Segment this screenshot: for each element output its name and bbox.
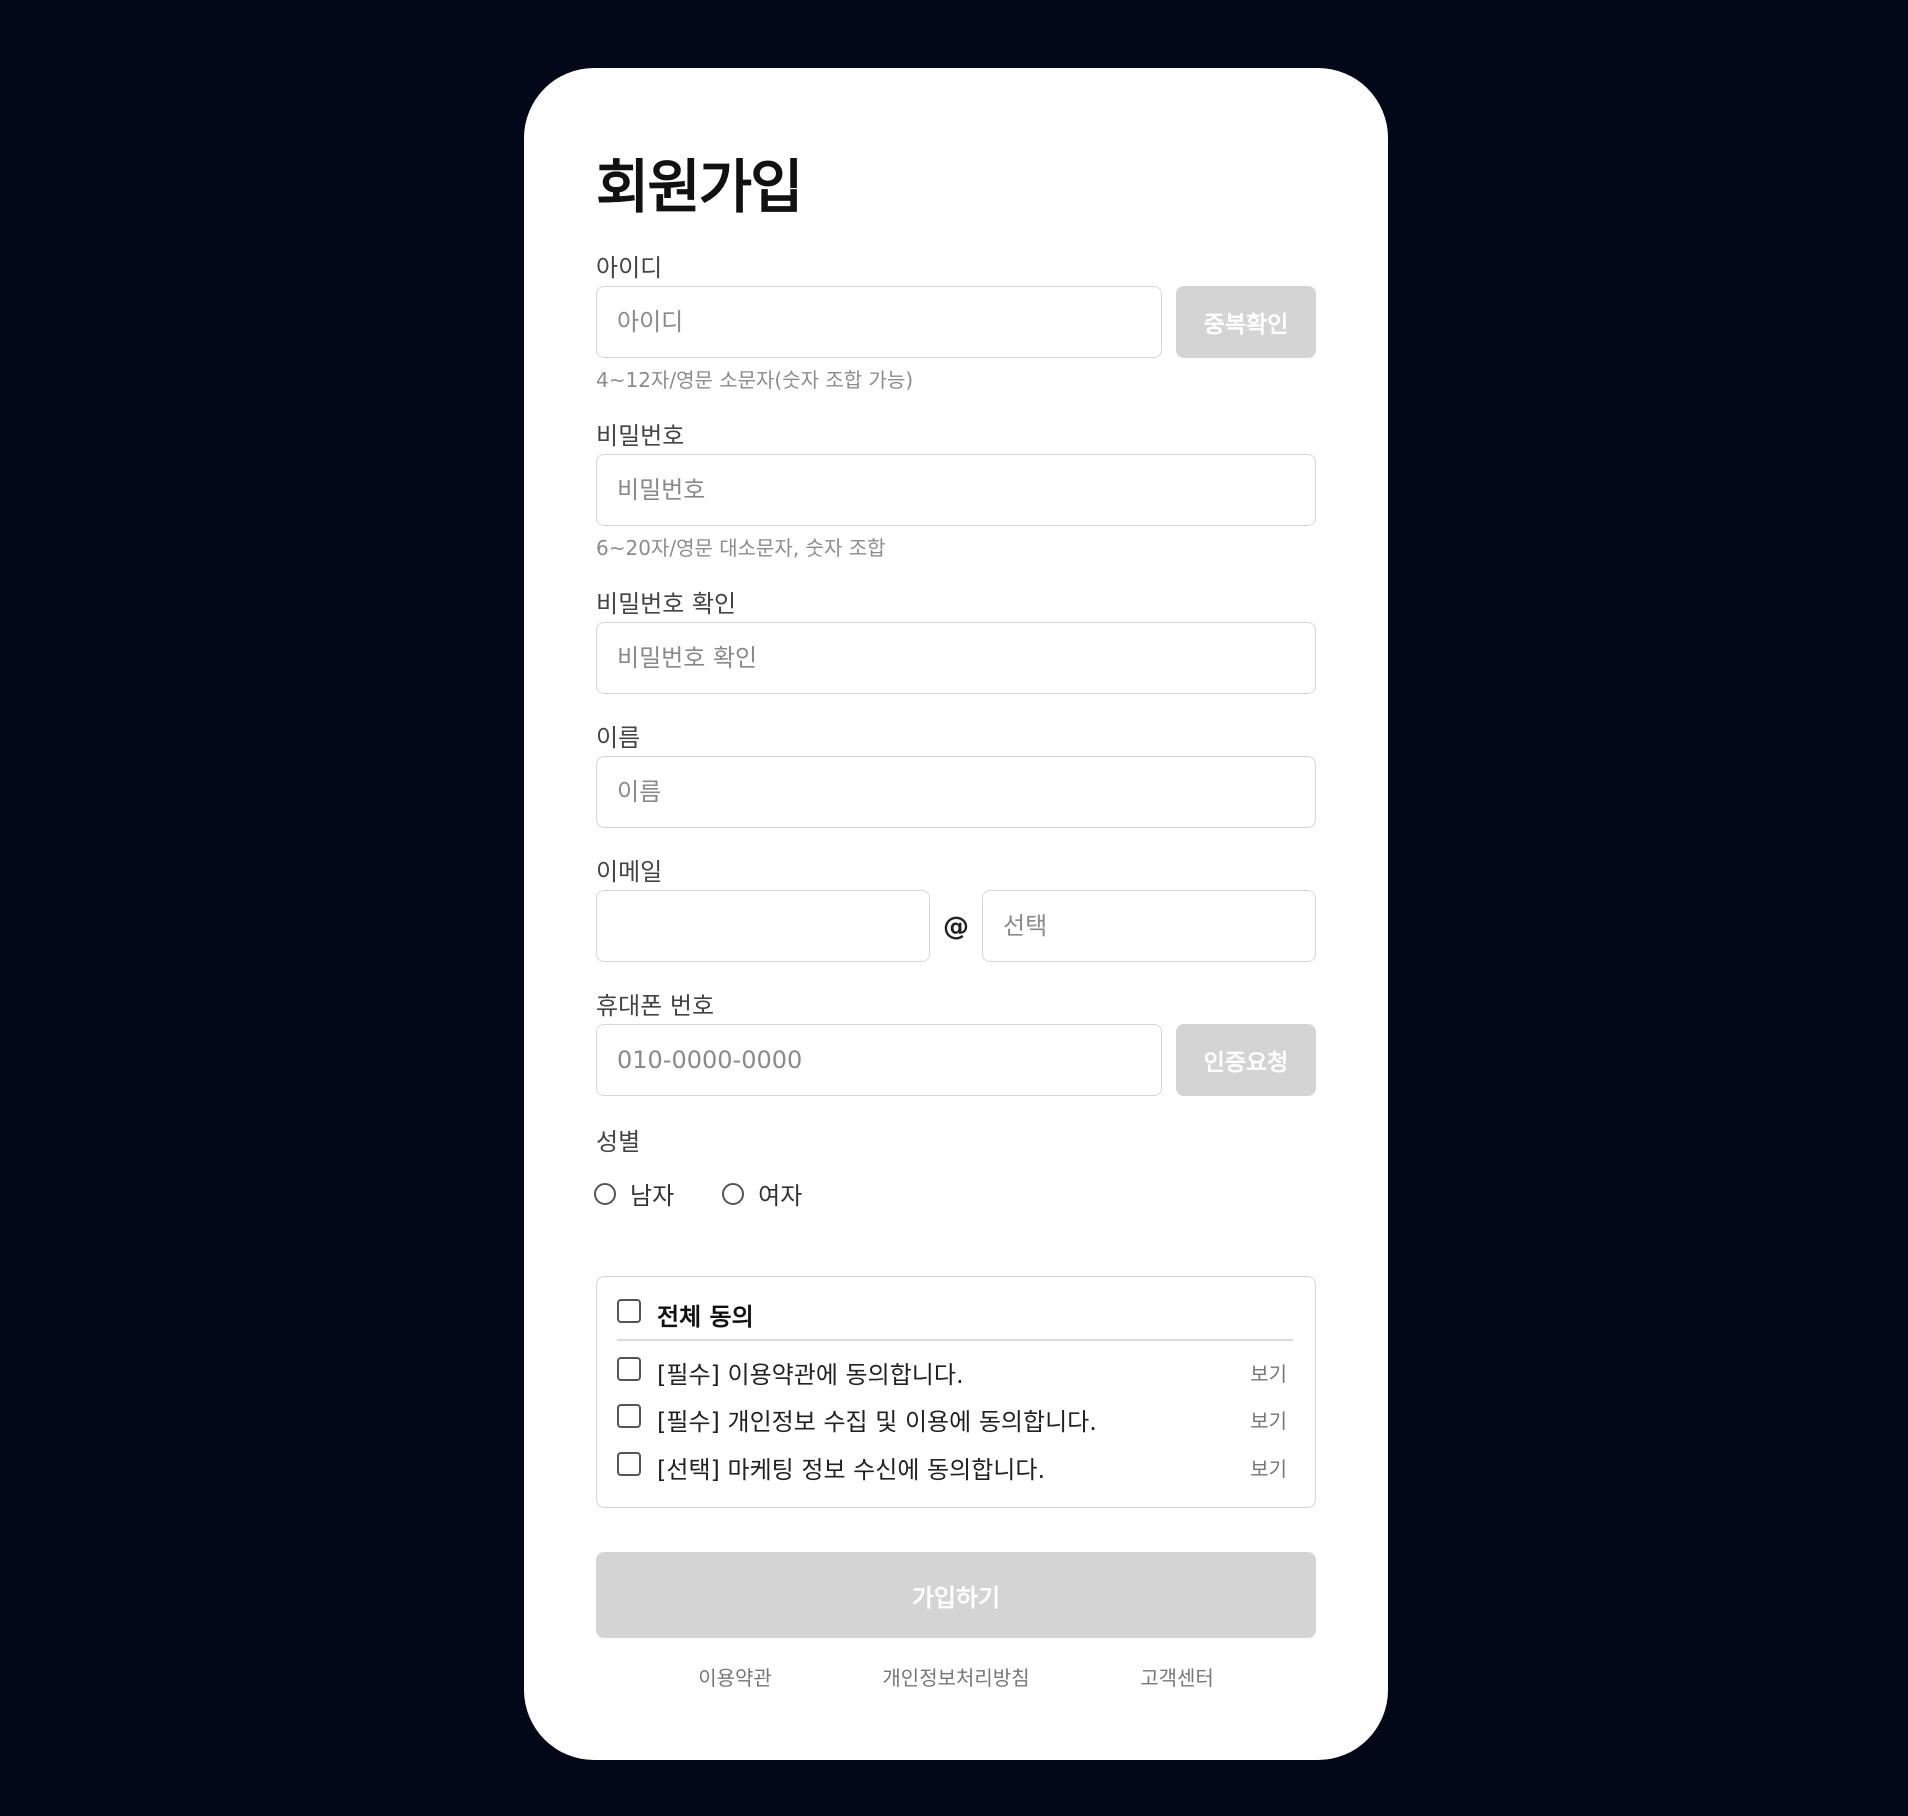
email-label: 이메일 bbox=[596, 858, 663, 886]
password-confirm-input[interactable] bbox=[596, 622, 1316, 694]
password-hint: 6~20자/영문 대소문자, 숫자 조합 bbox=[596, 536, 886, 560]
password-confirm-label: 비밀번호 확인 bbox=[596, 590, 737, 618]
agree-all-checkbox[interactable] bbox=[617, 1299, 641, 1323]
footer-link-privacy-policy[interactable]: 개인정보처리방침 bbox=[882, 1662, 1029, 1691]
agree-all-label: 전체 동의 bbox=[657, 1303, 754, 1331]
name-label: 이름 bbox=[596, 724, 641, 752]
phone-verify-button[interactable]: 인증요청 bbox=[1176, 1024, 1316, 1096]
password-label: 비밀번호 bbox=[596, 422, 685, 450]
radio-circle-icon bbox=[722, 1182, 745, 1205]
agree-privacy-checkbox[interactable] bbox=[617, 1404, 641, 1428]
agree-marketing-checkbox[interactable] bbox=[617, 1452, 641, 1476]
agreements-box: 전체 동의 [필수] 이용약관에 동의합니다. 보기 [필수] 개인정보 수집 … bbox=[596, 1276, 1316, 1508]
phone-input[interactable] bbox=[596, 1024, 1162, 1096]
email-domain-select[interactable] bbox=[982, 890, 1316, 962]
radio-circle-icon bbox=[594, 1182, 616, 1205]
phone-label: 휴대폰 번호 bbox=[596, 992, 715, 1020]
signup-card: 회원가입 아이디 중복확인 4~12자/영문 소문자(숫자 조합 가능) 비밀번… bbox=[524, 68, 1388, 1760]
id-label: 아이디 bbox=[596, 254, 663, 282]
id-input[interactable] bbox=[596, 286, 1162, 358]
email-at-symbol: @ bbox=[943, 912, 969, 942]
id-duplicate-check-button[interactable]: 중복확인 bbox=[1176, 286, 1316, 358]
id-hint: 4~12자/영문 소문자(숫자 조합 가능) bbox=[596, 368, 914, 392]
email-local-input[interactable] bbox=[596, 890, 930, 962]
page-title: 회원가입 bbox=[596, 153, 803, 221]
divider bbox=[617, 1339, 1293, 1341]
agree-marketing-view-link[interactable]: 보기 bbox=[1250, 1453, 1287, 1482]
gender-radio-male[interactable]: 남자 bbox=[594, 1176, 674, 1211]
agree-privacy-view-link[interactable]: 보기 bbox=[1250, 1405, 1287, 1434]
agree-privacy-label: [필수] 개인정보 수집 및 이용에 동의합니다. bbox=[657, 1408, 1097, 1436]
gender-radio-female[interactable]: 여자 bbox=[722, 1176, 802, 1211]
name-input[interactable] bbox=[596, 756, 1316, 828]
agree-terms-label: [필수] 이용약관에 동의합니다. bbox=[657, 1361, 964, 1389]
gender-option-label: 남자 bbox=[630, 1182, 675, 1210]
signup-submit-button[interactable]: 가입하기 bbox=[596, 1552, 1316, 1638]
agree-terms-checkbox[interactable] bbox=[617, 1357, 641, 1381]
agree-marketing-label: [선택] 마케팅 정보 수신에 동의합니다. bbox=[657, 1456, 1046, 1484]
gender-radio-group: 남자 여자 bbox=[594, 1176, 850, 1211]
footer-link-customer-center[interactable]: 고객센터 bbox=[1140, 1662, 1214, 1691]
password-input[interactable] bbox=[596, 454, 1316, 526]
footer-link-terms[interactable]: 이용약관 bbox=[698, 1662, 772, 1691]
gender-label: 성별 bbox=[596, 1128, 641, 1156]
agree-terms-view-link[interactable]: 보기 bbox=[1250, 1358, 1287, 1387]
gender-option-label: 여자 bbox=[758, 1182, 803, 1210]
